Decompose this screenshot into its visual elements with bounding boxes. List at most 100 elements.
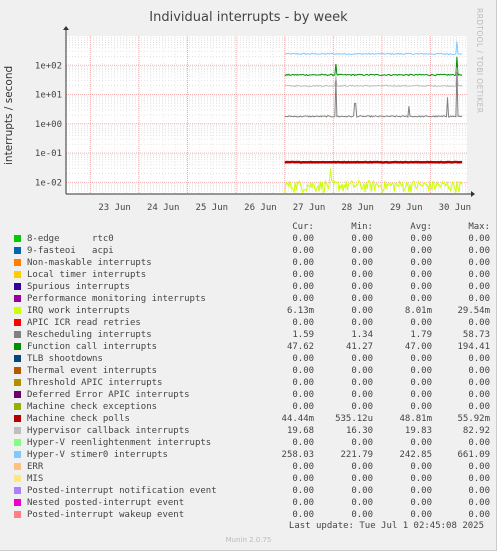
legend-cur-value: 0.00 (292, 366, 315, 376)
legend-series-name: Threshold APIC interrupts (27, 378, 163, 388)
legend-series-name: Posted-interrupt notification event (27, 486, 217, 496)
legend-row: Hypervisor callback interrupts 19.68 16.30… (12, 425, 490, 437)
x-tick-label: 28 Jun (341, 203, 374, 213)
legend-min-value: 1.34 (351, 330, 374, 340)
legend-row: MIS 0.00 0.00 0.00 0.00 (12, 473, 490, 485)
legend-min-value: 0.00 (351, 378, 374, 388)
legend-max-value: 0.00 (468, 246, 491, 256)
x-tick-label: 30 Jun (439, 203, 472, 213)
legend-max-value: 0.00 (468, 378, 491, 388)
legend-avg-value: 242.85 (399, 450, 433, 460)
legend-swatch (14, 235, 21, 242)
legend-avg-value: 0.00 (410, 510, 433, 520)
legend-swatch (14, 355, 21, 362)
legend-avg-value: 0.00 (410, 246, 433, 256)
legend-avg-value: 0.00 (410, 282, 433, 292)
legend-cur-value: 0.00 (292, 294, 315, 304)
legend-cur-value: 0.00 (292, 282, 315, 292)
legend-header-max: Max: (468, 222, 491, 232)
legend-row: 9-fasteoi acpi 0.00 0.00 0.00 0.00 (12, 245, 490, 257)
legend-series-name: Hyper-V stimer0 interrupts (27, 450, 168, 460)
x-tick-label: 27 Jun (293, 203, 326, 213)
y-tick-label: 1e+00 (35, 120, 62, 130)
legend-min-value: 0.00 (351, 246, 374, 256)
legend-series-name: Hypervisor callback interrupts (27, 426, 190, 436)
legend-max-value: 0.00 (468, 294, 491, 304)
legend-series-name: Non-maskable interrupts (27, 258, 152, 268)
legend-max-value: 0.00 (468, 498, 491, 508)
legend-min-value: 0.00 (351, 438, 374, 448)
y-tick-label: 1e+02 (35, 61, 62, 71)
legend-series-name: Function call interrupts (27, 342, 158, 352)
legend-series-name: Posted-interrupt wakeup event (27, 510, 185, 520)
legend-max-value: 0.00 (468, 510, 491, 520)
legend-series-name: Performance monitoring interrupts (27, 294, 206, 304)
legend-cur-value: 0.00 (292, 354, 315, 364)
legend-cur-value: 0.00 (292, 318, 315, 328)
legend-min-value: 0.00 (351, 294, 374, 304)
legend-series-name: MIS (27, 474, 44, 484)
legend-cur-value: 6.13m (286, 306, 315, 316)
legend-header-cur: Cur: (292, 222, 314, 232)
legend-avg-value: 0.00 (410, 498, 433, 508)
legend-swatch (14, 415, 21, 422)
legend-max-value: 58.73 (462, 330, 491, 340)
legend-cur-value: 0.00 (292, 474, 315, 484)
x-tick-label: 29 Jun (390, 203, 423, 213)
legend-cur-value: 0.00 (292, 402, 315, 412)
legend-row: 8-edge rtc0 0.00 0.00 0.00 0.00 (12, 233, 490, 245)
legend-avg-value: 0.00 (410, 378, 433, 388)
legend-avg-value: 0.00 (410, 234, 433, 244)
legend-max-value: 0.00 (468, 258, 491, 268)
y-axis-arrow (63, 26, 69, 30)
legend-series-name: Machine check polls (27, 414, 130, 424)
legend-cur-value: 0.00 (292, 510, 315, 520)
legend-max-value: 29.54m (457, 306, 491, 316)
legend-cur-value: 47.62 (286, 342, 315, 352)
x-tick-label: 24 Jun (147, 203, 180, 213)
legend-min-value: 0.00 (351, 270, 374, 280)
munin-graph-panel: Individual interrupts - by week RRDTOOL … (0, 0, 497, 551)
legend-series-name: Rescheduling interrupts (27, 330, 152, 340)
legend-max-value: 0.00 (468, 366, 491, 376)
legend-min-value: 16.30 (345, 426, 374, 436)
legend-avg-value: 0.00 (410, 270, 433, 280)
legend-row: Hyper-V stimer0 interrupts 258.03 221.79 24… (12, 449, 490, 461)
legend-avg-value: 19.83 (404, 426, 433, 436)
legend-avg-value: 1.79 (410, 330, 433, 340)
legend-swatch (14, 259, 21, 266)
chart-plot: 1e+02 1e+01 1e+00 1e-01 1e-02 23 Jun 24 Jun 25 … (35, 26, 475, 213)
legend-swatch (14, 487, 21, 494)
legend-row: Rescheduling interrupts 1.59 1.34 1.79 58.73 (12, 329, 490, 341)
last-update: Last update: Tue Jul 1 02:45:08 2025 (288, 521, 484, 531)
legend-max-value: 661.09 (457, 450, 491, 460)
legend-swatch (14, 475, 21, 482)
legend-swatch (14, 379, 21, 386)
legend-row: Spurious interrupts 0.00 0.00 0.00 0.00 (12, 281, 490, 293)
legend-swatch (14, 451, 21, 458)
legend-row: APIC ICR read retries 0.00 0.00 0.00 0.00 (12, 317, 490, 329)
legend-table: Cur: Min: Avg: Max: 8-edge rtc0 0.00 0.00 0… (12, 221, 490, 521)
legend-cur-value: 1.59 (292, 330, 315, 340)
legend-max-value: 0.00 (468, 318, 491, 328)
y-tick-label: 1e-02 (35, 178, 62, 188)
y-tick-label: 1e+01 (35, 91, 62, 101)
legend-swatch (14, 463, 21, 470)
legend-min-value: 0.00 (351, 282, 374, 292)
legend-row: Posted-interrupt notification event 0.00 0… (12, 485, 490, 497)
legend-cur-value: 0.00 (292, 390, 315, 400)
legend-cur-value: 0.00 (292, 258, 315, 268)
legend-series-name: ERR (27, 462, 44, 472)
y-tick-label: 1e-01 (35, 149, 62, 159)
legend-min-value: 0.00 (351, 390, 374, 400)
legend-min-value: 0.00 (351, 474, 374, 484)
legend-series-name: Local timer interrupts (27, 270, 147, 280)
legend-avg-value: 0.00 (410, 486, 433, 496)
legend-swatch (14, 403, 21, 410)
legend-row: IRQ work interrupts 6.13m 0.00 8.01m 29.54m (12, 305, 490, 317)
legend-row: Hyper-V reenlightenment interrupts 0.00 0.… (12, 437, 490, 449)
legend-series-name: Spurious interrupts (27, 282, 130, 292)
x-axis-arrow (471, 191, 475, 197)
legend-max-value: 82.92 (462, 426, 491, 436)
legend-avg-value: 0.00 (410, 366, 433, 376)
